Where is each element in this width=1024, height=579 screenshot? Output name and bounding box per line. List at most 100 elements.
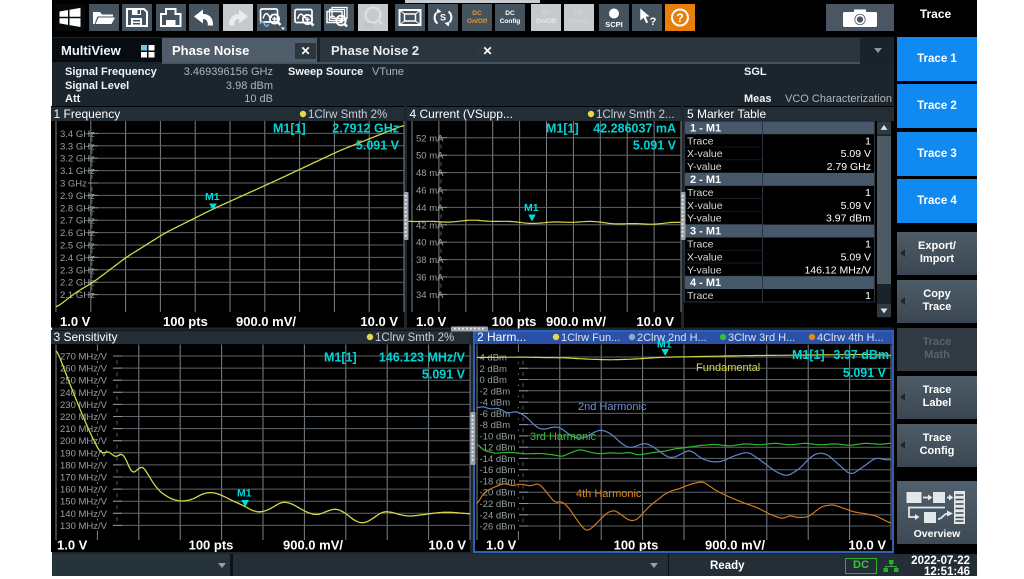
- svg-text:2.6 GHz: 2.6 GHz: [60, 228, 95, 239]
- svg-text:900.0 mV/: 900.0 mV/: [236, 314, 296, 329]
- svg-text:900.0 mV/: 900.0 mV/: [705, 538, 765, 553]
- svg-text:5 Marker Table: 5 Marker Table: [687, 107, 766, 121]
- svg-text:1.0 V: 1.0 V: [60, 314, 91, 329]
- svg-text:2 dBm: 2 dBm: [480, 364, 508, 375]
- svg-text:1.0 V: 1.0 V: [486, 538, 517, 553]
- svg-text:10.0 V: 10.0 V: [360, 314, 398, 329]
- svg-text:0 dBm: 0 dBm: [480, 375, 508, 386]
- svg-text:3.3 GHz: 3.3 GHz: [60, 141, 95, 152]
- svg-text:M1[1]: M1[1]: [792, 348, 825, 362]
- svg-text:2.2 GHz: 2.2 GHz: [60, 278, 95, 289]
- svg-text:M1[1]: M1[1]: [324, 351, 357, 365]
- svg-text:3.97 dBm: 3.97 dBm: [826, 213, 871, 225]
- svg-text:100 pts: 100 pts: [189, 538, 234, 553]
- svg-text:260 MHz/V: 260 MHz/V: [60, 364, 108, 375]
- svg-text:-10 dBm: -10 dBm: [480, 431, 516, 442]
- svg-text:146.12 MHz/V: 146.12 MHz/V: [804, 264, 871, 276]
- svg-text:Y-value: Y-value: [687, 161, 722, 173]
- svg-text:210 MHz/V: 210 MHz/V: [60, 424, 108, 435]
- svg-text:180 MHz/V: 180 MHz/V: [60, 460, 108, 471]
- svg-text:5.091 V: 5.091 V: [356, 139, 400, 153]
- svg-text:34 mA: 34 mA: [416, 290, 444, 301]
- svg-text:2.79 GHz: 2.79 GHz: [827, 161, 871, 173]
- svg-text:38 mA: 38 mA: [416, 255, 444, 266]
- svg-text:Trace: Trace: [687, 239, 714, 251]
- svg-text:5.09 V: 5.09 V: [841, 148, 871, 160]
- svg-text:1Clrw Smth 2%: 1Clrw Smth 2%: [308, 109, 387, 121]
- svg-text:M1: M1: [205, 191, 220, 203]
- svg-text:3 - M1: 3 - M1: [690, 226, 721, 238]
- svg-text:-16 dBm: -16 dBm: [480, 465, 516, 476]
- svg-text:230 MHz/V: 230 MHz/V: [60, 400, 108, 411]
- svg-text:1Clrw Smth 2%: 1Clrw Smth 2%: [375, 332, 454, 344]
- svg-text:M1: M1: [237, 488, 252, 500]
- svg-text:200 MHz/V: 200 MHz/V: [60, 436, 108, 447]
- svg-text:10.0 V: 10.0 V: [428, 538, 466, 553]
- svg-text:2.3 GHz: 2.3 GHz: [60, 265, 95, 276]
- svg-text:2.8 GHz: 2.8 GHz: [60, 203, 95, 214]
- svg-text:2 Harm...: 2 Harm...: [477, 330, 526, 344]
- svg-text:-6 dBm: -6 dBm: [480, 409, 511, 420]
- svg-text:36 mA: 36 mA: [416, 273, 444, 284]
- svg-text:5.091 V: 5.091 V: [422, 368, 466, 382]
- svg-text:1.0 V: 1.0 V: [57, 538, 88, 553]
- svg-text:100 pts: 100 pts: [492, 314, 537, 329]
- svg-text:3.97 dBm: 3.97 dBm: [833, 348, 889, 362]
- svg-text:M1[1]: M1[1]: [273, 122, 306, 136]
- svg-text:146.123 MHz/V: 146.123 MHz/V: [379, 351, 466, 365]
- svg-text:1: 1: [865, 135, 871, 147]
- svg-text:-22 dBm: -22 dBm: [480, 499, 516, 510]
- svg-text:4 Current (VSupp...: 4 Current (VSupp...: [410, 107, 513, 121]
- svg-text:46 mA: 46 mA: [416, 186, 444, 197]
- svg-text:-26 dBm: -26 dBm: [480, 522, 516, 533]
- svg-text:-24 dBm: -24 dBm: [480, 510, 516, 521]
- svg-text:4th Harmonic: 4th Harmonic: [576, 488, 642, 500]
- svg-text:3Clrw 3rd H...: 3Clrw 3rd H...: [728, 332, 795, 344]
- svg-text:2.9 GHz: 2.9 GHz: [60, 191, 95, 202]
- svg-text:10.0 V: 10.0 V: [848, 538, 886, 553]
- svg-text:10.0 V: 10.0 V: [636, 314, 674, 329]
- svg-text:-14 dBm: -14 dBm: [480, 454, 516, 465]
- svg-text:2nd Harmonic: 2nd Harmonic: [578, 401, 647, 413]
- svg-text:Fundamental: Fundamental: [696, 362, 760, 374]
- svg-text:-2 dBm: -2 dBm: [480, 386, 511, 397]
- svg-text:130 MHz/V: 130 MHz/V: [60, 521, 108, 532]
- svg-text:3.1 GHz: 3.1 GHz: [60, 166, 95, 177]
- svg-text:M1: M1: [657, 339, 672, 351]
- svg-text:190 MHz/V: 190 MHz/V: [60, 448, 108, 459]
- svg-text:X-value: X-value: [687, 200, 723, 212]
- svg-text:50 mA: 50 mA: [416, 151, 444, 162]
- svg-text:170 MHz/V: 170 MHz/V: [60, 473, 108, 484]
- svg-text:40 mA: 40 mA: [416, 238, 444, 249]
- svg-text:2 - M1: 2 - M1: [690, 174, 721, 186]
- svg-text:270 MHz/V: 270 MHz/V: [60, 352, 108, 363]
- svg-text:140 MHz/V: 140 MHz/V: [60, 509, 108, 520]
- svg-text:2.7912 GHz: 2.7912 GHz: [332, 122, 399, 136]
- svg-text:2.7 GHz: 2.7 GHz: [60, 216, 95, 227]
- svg-text:100 pts: 100 pts: [614, 538, 659, 553]
- svg-text:Trace: Trace: [687, 290, 714, 302]
- svg-text:Trace: Trace: [687, 187, 714, 199]
- svg-text:2.4 GHz: 2.4 GHz: [60, 253, 95, 264]
- svg-text:5.091 V: 5.091 V: [633, 139, 677, 153]
- svg-text:3.2 GHz: 3.2 GHz: [60, 154, 95, 165]
- svg-text:150 MHz/V: 150 MHz/V: [60, 497, 108, 508]
- svg-text:1 Frequency: 1 Frequency: [54, 107, 121, 121]
- svg-text:Y-value: Y-value: [687, 213, 722, 225]
- svg-text:X-value: X-value: [687, 251, 723, 263]
- svg-text:240 MHz/V: 240 MHz/V: [60, 388, 108, 399]
- svg-text:3 GHz: 3 GHz: [60, 179, 87, 190]
- svg-text:X-value: X-value: [687, 148, 723, 160]
- svg-text:M1[1]: M1[1]: [546, 122, 579, 136]
- svg-text:48 mA: 48 mA: [416, 168, 444, 179]
- svg-text:100 pts: 100 pts: [163, 314, 208, 329]
- svg-text:-8 dBm: -8 dBm: [480, 420, 511, 431]
- svg-text:5.09 V: 5.09 V: [841, 200, 871, 212]
- svg-text:1 - M1: 1 - M1: [690, 122, 721, 134]
- svg-text:1: 1: [865, 239, 871, 251]
- svg-text:Trace: Trace: [687, 135, 714, 147]
- svg-text:900.0 mV/: 900.0 mV/: [546, 314, 606, 329]
- svg-text:2Clrw 2nd H...: 2Clrw 2nd H...: [637, 332, 707, 344]
- svg-text:42.286037 mA: 42.286037 mA: [593, 122, 676, 136]
- svg-text:1Clrw Smth 2...: 1Clrw Smth 2...: [596, 109, 675, 121]
